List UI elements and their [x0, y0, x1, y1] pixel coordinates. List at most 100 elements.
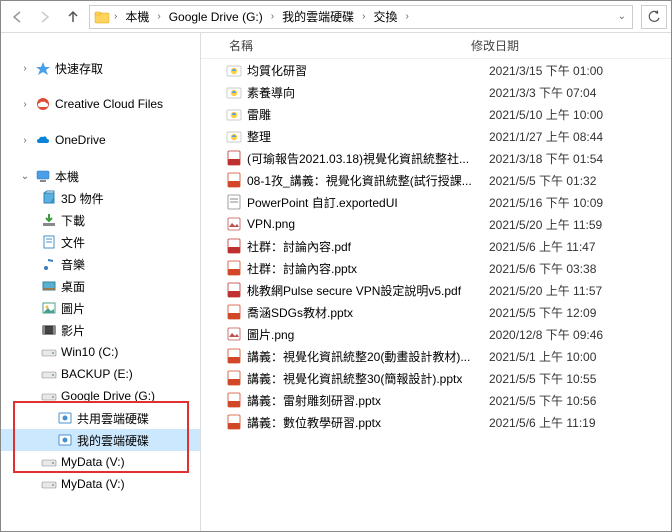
column-name[interactable]: 名稱: [225, 37, 467, 54]
file-type-icon: [225, 282, 243, 298]
tree-item[interactable]: MyData (V:): [1, 473, 200, 495]
drive-icon: [41, 476, 57, 492]
drive-icon: [41, 454, 57, 470]
file-row[interactable]: 素養導向2021/3/3 下午 07:04: [201, 81, 671, 103]
file-type-icon: [225, 194, 243, 210]
file-row[interactable]: (可瑜報告2021.03.18)視覺化資訊統整社...2021/3/18 下午 …: [201, 147, 671, 169]
tree-creative-cloud[interactable]: ›Creative Cloud Files: [1, 93, 200, 115]
file-name: 講義：視覺化資訊統整30(簡報設計).pptx: [243, 370, 485, 387]
address-bar[interactable]: › 本機 › Google Drive (G:) › 我的雲端硬碟 › 交換 ›…: [89, 5, 633, 29]
file-type-icon: [225, 128, 243, 144]
file-row[interactable]: 均質化研習2021/3/15 下午 01:00: [201, 59, 671, 81]
forward-button[interactable]: [33, 5, 57, 29]
tree-this-pc[interactable]: ⌄本機: [1, 165, 200, 187]
file-name: 社群：討論內容.pptx: [243, 260, 485, 277]
file-row[interactable]: 圖片.png2020/12/8 下午 09:46: [201, 323, 671, 345]
nav-tree: ›快速存取 ›Creative Cloud Files ›OneDrive ⌄本…: [1, 33, 201, 531]
file-name: 社群：討論內容.pdf: [243, 238, 485, 255]
file-type-icon: [225, 84, 243, 100]
file-name: 講義：數位教學研習.pptx: [243, 414, 485, 431]
drive-icon: [41, 344, 57, 360]
tree-item[interactable]: Win10 (C:): [1, 341, 200, 363]
chevron-right-icon[interactable]: ›: [269, 11, 276, 22]
breadcrumb-item[interactable]: 本機: [121, 8, 153, 25]
picture-icon: [41, 300, 57, 316]
document-icon: [41, 234, 57, 250]
file-name: VPN.png: [243, 217, 485, 231]
file-row[interactable]: 社群：討論內容.pdf2021/5/6 上午 11:47: [201, 235, 671, 257]
tree-item[interactable]: 圖片: [1, 297, 200, 319]
column-headers[interactable]: 名稱 修改日期: [201, 33, 671, 59]
breadcrumb-item[interactable]: 我的雲端硬碟: [278, 8, 358, 25]
file-row[interactable]: 社群：討論內容.pptx2021/5/6 下午 03:38: [201, 257, 671, 279]
file-date: 2021/5/20 上午 11:59: [485, 216, 671, 233]
up-button[interactable]: [61, 5, 85, 29]
creative-cloud-icon: [35, 96, 51, 112]
drive-icon: [41, 388, 57, 404]
tree-item[interactable]: BACKUP (E:): [1, 363, 200, 385]
breadcrumb-item[interactable]: 交換: [369, 8, 401, 25]
file-type-icon: [225, 260, 243, 276]
file-name: 08-1孜_講義：視覺化資訊統整(試行授課...: [243, 172, 485, 189]
tree-item[interactable]: 文件: [1, 231, 200, 253]
file-row[interactable]: 講義：視覺化資訊統整30(簡報設計).pptx2021/5/5 下午 10:55: [201, 367, 671, 389]
column-date[interactable]: 修改日期: [467, 37, 671, 54]
tree-item[interactable]: 桌面: [1, 275, 200, 297]
file-date: 2021/5/6 下午 03:38: [485, 260, 671, 277]
file-row[interactable]: 講義：數位教學研習.pptx2021/5/6 上午 11:19: [201, 411, 671, 433]
file-date: 2021/5/5 下午 10:56: [485, 392, 671, 409]
file-row[interactable]: 桃教網Pulse secure VPN設定說明v5.pdf2021/5/20 上…: [201, 279, 671, 301]
file-date: 2021/3/18 下午 01:54: [485, 150, 671, 167]
file-date: 2021/3/15 下午 01:00: [485, 62, 671, 79]
file-date: 2021/5/6 上午 11:19: [485, 414, 671, 431]
file-date: 2021/5/20 上午 11:57: [485, 282, 671, 299]
tree-item-my-drive[interactable]: 我的雲端硬碟: [1, 429, 200, 451]
file-row[interactable]: 雷雕2021/5/10 上午 10:00: [201, 103, 671, 125]
tree-item[interactable]: 下載: [1, 209, 200, 231]
back-button[interactable]: [5, 5, 29, 29]
file-type-icon: [225, 172, 243, 188]
file-name: 圖片.png: [243, 326, 485, 343]
pc-icon: [35, 168, 51, 184]
file-row[interactable]: VPN.png2021/5/20 上午 11:59: [201, 213, 671, 235]
file-name: 雷雕: [243, 106, 485, 123]
file-date: 2021/3/3 下午 07:04: [485, 84, 671, 101]
file-row[interactable]: 整理2021/1/27 上午 08:44: [201, 125, 671, 147]
file-name: 講義：視覺化資訊統整20(動畫設計教材)...: [243, 348, 485, 365]
file-row[interactable]: 08-1孜_講義：視覺化資訊統整(試行授課...2021/5/5 下午 01:3…: [201, 169, 671, 191]
chevron-right-icon[interactable]: ›: [155, 11, 162, 22]
file-date: 2021/5/1 上午 10:00: [485, 348, 671, 365]
file-row[interactable]: 講義：視覺化資訊統整20(動畫設計教材)...2021/5/1 上午 10:00: [201, 345, 671, 367]
tree-onedrive[interactable]: ›OneDrive: [1, 129, 200, 151]
tree-item[interactable]: 3D 物件: [1, 187, 200, 209]
video-icon: [41, 322, 57, 338]
tree-item[interactable]: 音樂: [1, 253, 200, 275]
folder-icon: [94, 9, 110, 25]
file-type-icon: [225, 348, 243, 364]
file-name: PowerPoint 自訂.exportedUI: [243, 194, 485, 211]
tree-item-google-drive[interactable]: Google Drive (G:): [1, 385, 200, 407]
chevron-right-icon[interactable]: ›: [112, 11, 119, 22]
chevron-down-icon[interactable]: ⌄: [616, 11, 628, 22]
file-type-icon: [225, 62, 243, 78]
chevron-right-icon[interactable]: ›: [360, 11, 367, 22]
file-row[interactable]: PowerPoint 自訂.exportedUI2021/5/16 下午 10:…: [201, 191, 671, 213]
file-type-icon: [225, 106, 243, 122]
refresh-button[interactable]: [641, 5, 667, 29]
breadcrumb-item[interactable]: Google Drive (G:): [165, 10, 267, 24]
tree-item-shared-drive[interactable]: 共用雲端硬碟: [1, 407, 200, 429]
file-date: 2021/1/27 上午 08:44: [485, 128, 671, 145]
file-name: 均質化研習: [243, 62, 485, 79]
file-type-icon: [225, 304, 243, 320]
chevron-right-icon[interactable]: ›: [403, 11, 410, 22]
tree-item[interactable]: MyData (V:): [1, 451, 200, 473]
file-name: 整理: [243, 128, 485, 145]
file-name: 喬涵SDGs教材.pptx: [243, 304, 485, 321]
file-row[interactable]: 喬涵SDGs教材.pptx2021/5/5 下午 12:09: [201, 301, 671, 323]
tree-quick-access[interactable]: ›快速存取: [1, 57, 200, 79]
cloud-folder-icon: [57, 410, 73, 426]
file-row[interactable]: 講義：雷射雕刻研習.pptx2021/5/5 下午 10:56: [201, 389, 671, 411]
tree-item[interactable]: 影片: [1, 319, 200, 341]
file-type-icon: [225, 414, 243, 430]
file-type-icon: [225, 392, 243, 408]
